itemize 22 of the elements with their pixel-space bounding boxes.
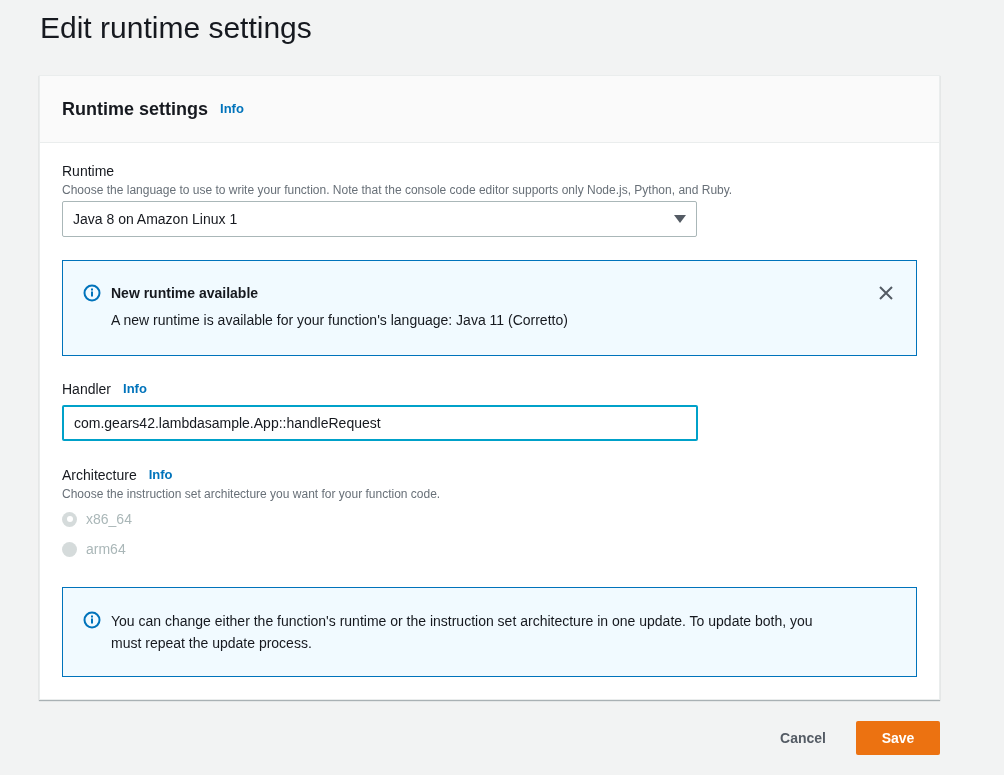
save-button[interactable]: Save [856,721,940,755]
info-link[interactable]: Info [220,99,244,119]
radio-label: x86_64 [86,509,132,529]
runtime-select[interactable]: Java 8 on Amazon Linux 1 [62,201,697,237]
radio-label: arm64 [86,539,126,559]
alert-message: You can change either the function's runtime or the instruction set architecture in one update. To update both, you must repeat the update process. [111,612,814,653]
page-title: Edit runtime settings [39,10,313,46]
alert-title: New runtime available [111,284,260,303]
info-icon [83,611,101,629]
handler-input[interactable]: com.gears42.lambdasample.App::handleRequest [62,405,698,441]
info-link[interactable]: Info [148,465,173,485]
architecture-description: Choose the instruction set architecture you want for your function code. [62,486,442,503]
panel-title: Runtime settings [62,97,208,121]
caret-down-icon [674,214,686,224]
runtime-label: Runtime [62,162,116,181]
cancel-button[interactable]: Cancel [778,721,828,755]
info-icon [83,284,101,302]
alert-message: A new runtime is available for your function's language: Java 11 (Corretto) [111,311,569,330]
architecture-label: Architecture [62,466,137,485]
info-link[interactable]: Info [123,379,147,399]
runtime-description: Choose the language to use to write your function. Note that the console code editor supports only Node.js, Python, and Ruby. [62,182,734,199]
handler-label: Handler [62,380,112,399]
